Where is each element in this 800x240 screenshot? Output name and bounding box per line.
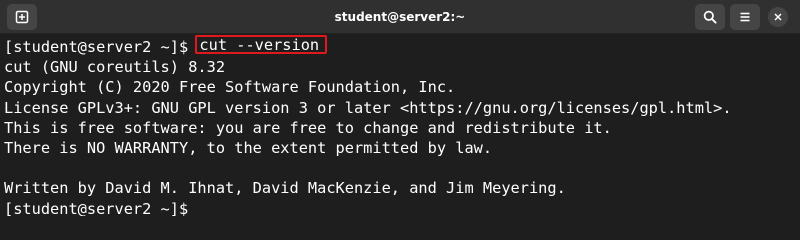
new-tab-button[interactable] — [7, 4, 37, 30]
close-icon — [774, 13, 782, 21]
shell-prompt: [student@server2 ~]$ — [4, 38, 198, 56]
window-title: student@server2:~ — [334, 10, 466, 24]
command-line: [student@server2 ~]$ cut --version — [4, 35, 800, 57]
menu-button[interactable] — [730, 4, 760, 30]
output-line: There is NO WARRANTY, to the extent perm… — [4, 138, 493, 157]
output-line: This is free software: you are free to c… — [4, 118, 612, 137]
new-tab-icon — [15, 10, 29, 24]
output-line: Written by David M. Ihnat, David MacKenz… — [4, 179, 566, 198]
search-button[interactable] — [695, 4, 725, 30]
terminal-output-area[interactable]: [student@server2 ~]$ cut --version cut (… — [0, 34, 800, 216]
search-icon — [703, 10, 717, 24]
shell-prompt: [student@server2 ~]$ — [4, 199, 198, 217]
highlighted-command: cut --version — [195, 35, 328, 54]
output-line: Copyright (C) 2020 Free Software Foundat… — [4, 78, 456, 97]
text-cursor — [197, 200, 206, 217]
prompt-line: [student@server2 ~]$ — [4, 199, 800, 217]
hamburger-menu-icon — [740, 12, 750, 22]
output-line: License GPLv3+: GNU GPL version 3 or lat… — [4, 98, 732, 117]
terminal-window: student@server2:~ [student@server2 ~]$ c… — [0, 0, 800, 216]
output-line: cut (GNU coreutils) 8.32 — [4, 58, 226, 77]
close-button[interactable] — [768, 7, 788, 27]
titlebar: student@server2:~ — [0, 0, 800, 34]
